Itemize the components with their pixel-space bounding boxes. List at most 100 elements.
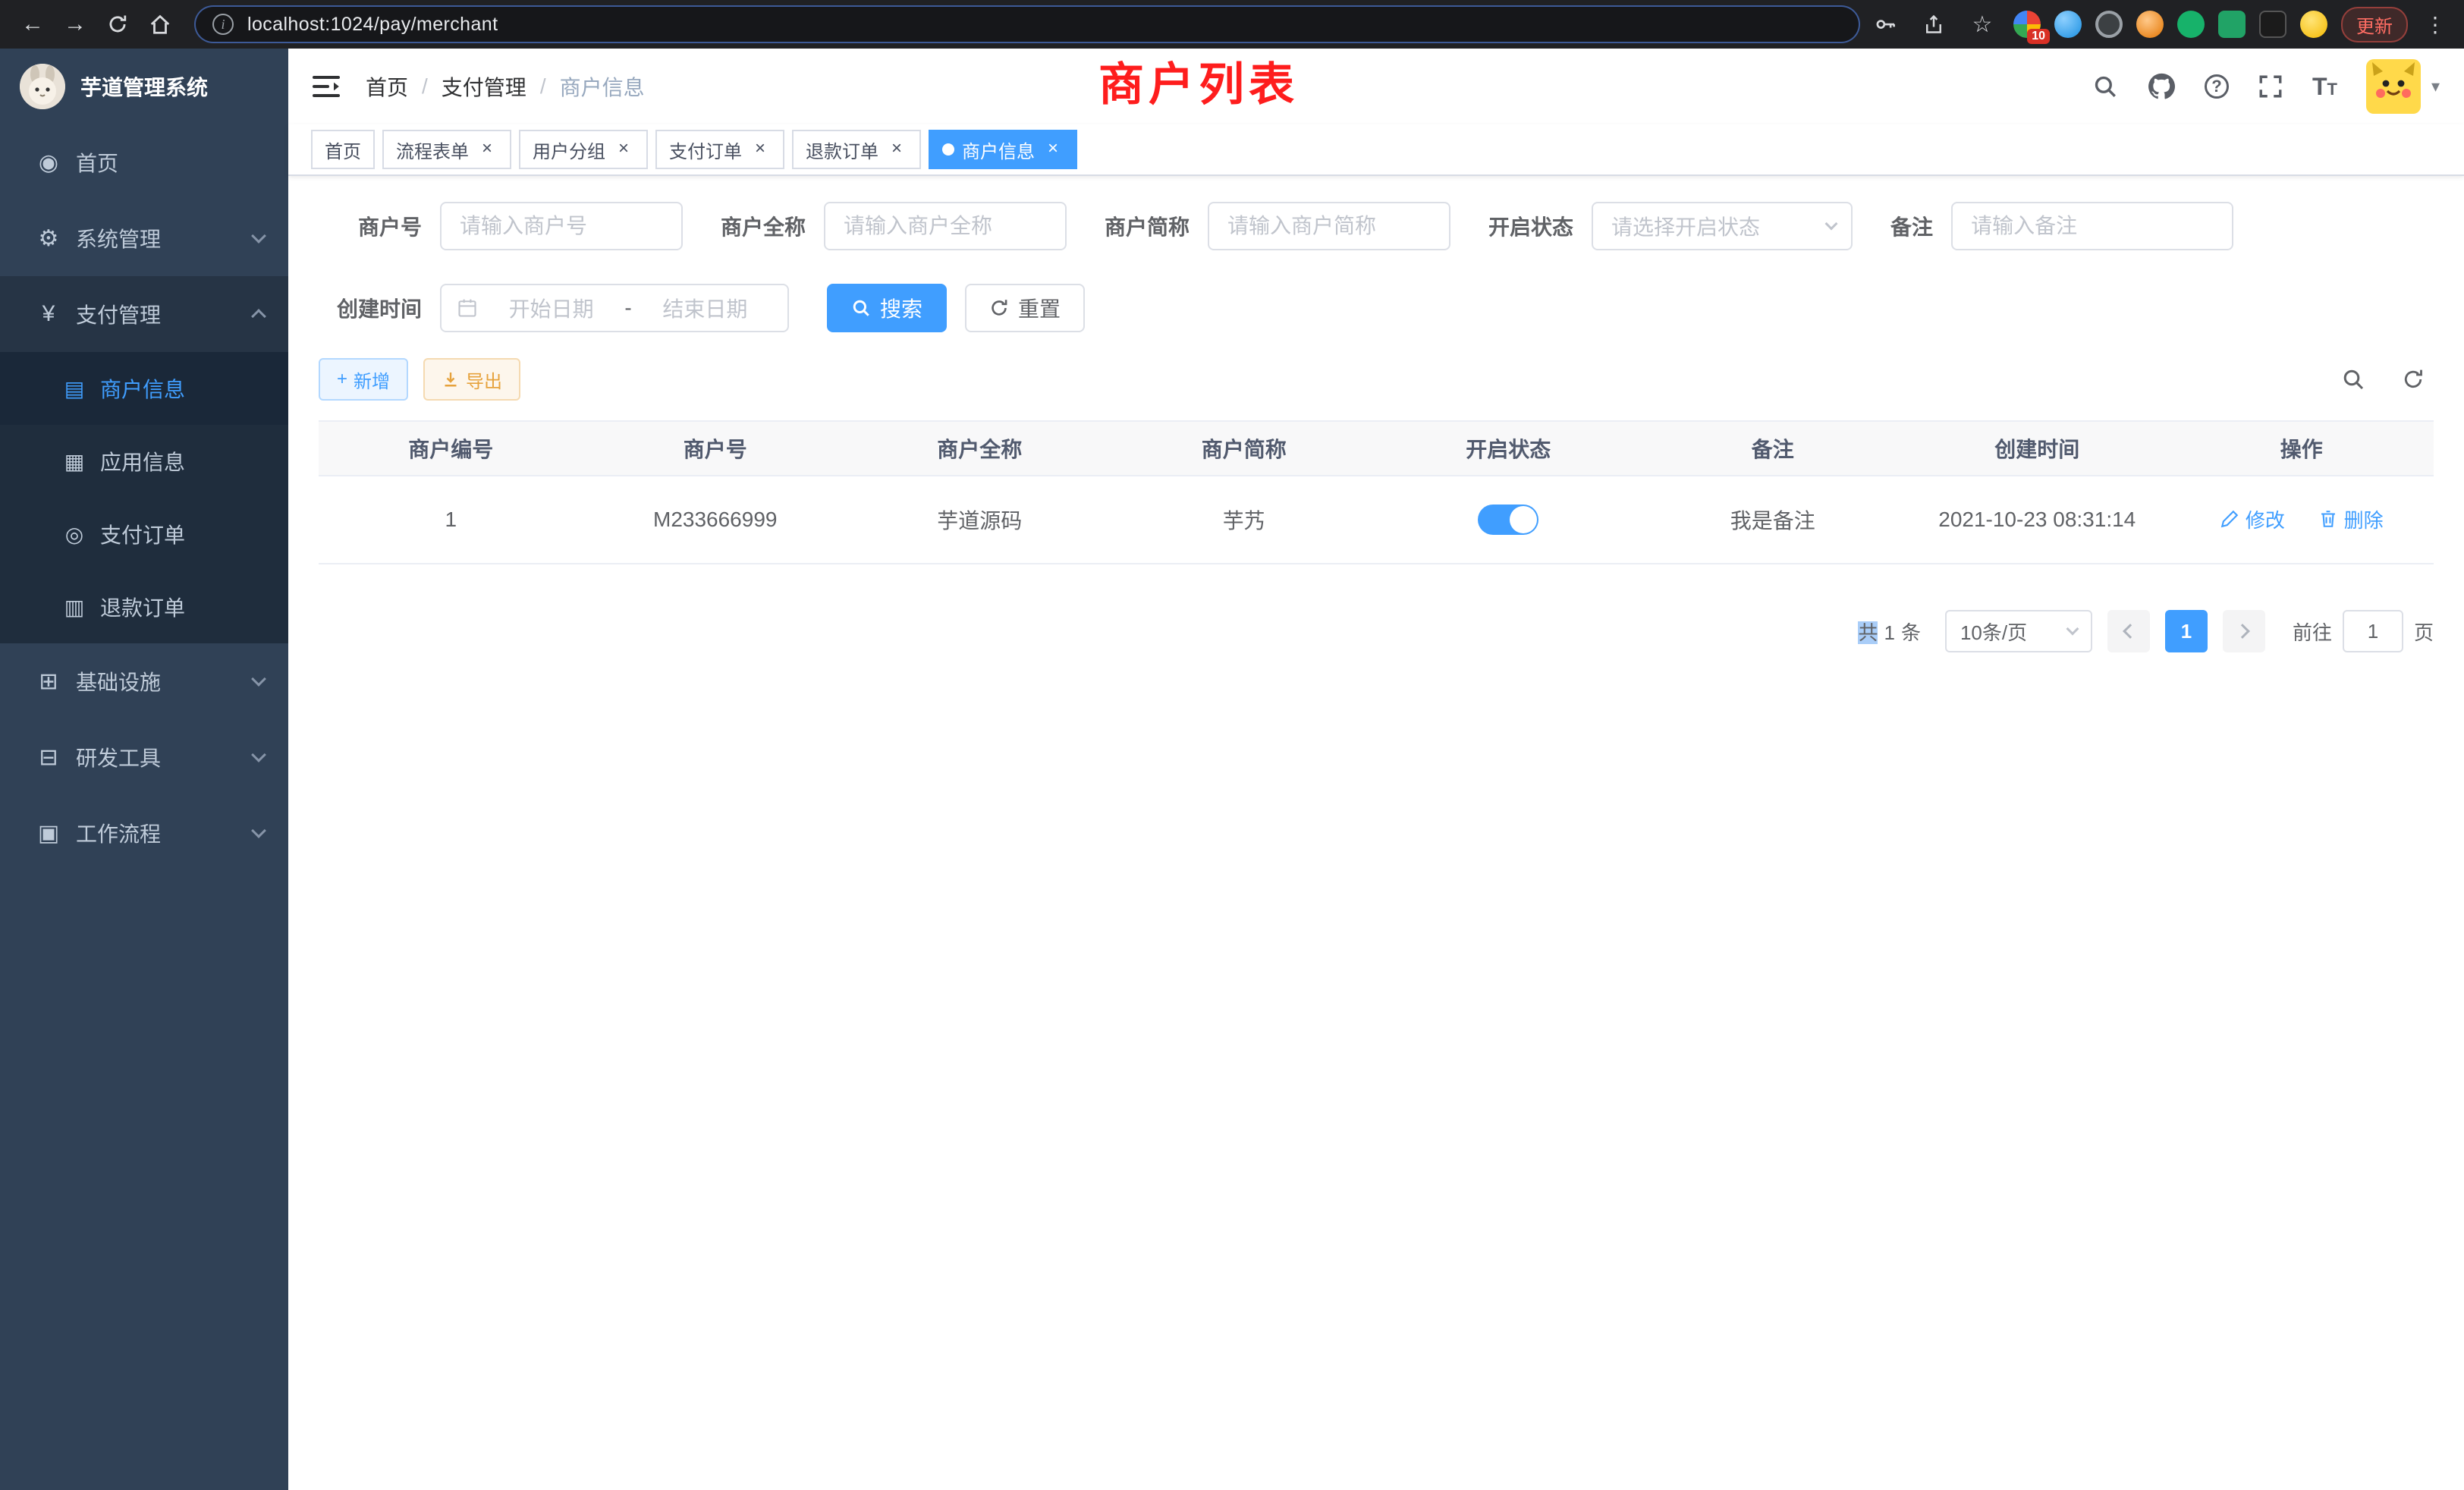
tab-process-form[interactable]: 流程表单 × bbox=[382, 130, 511, 169]
tab-home[interactable]: 首页 bbox=[311, 130, 375, 169]
goto-page-input[interactable] bbox=[2343, 610, 2403, 652]
extension-colorful-icon[interactable]: 10 bbox=[2013, 11, 2041, 38]
search-form-row-1: 商户号 商户全称 商户简称 开启状态 请选择开启状态 bbox=[319, 202, 2434, 250]
sidebar-item-payment[interactable]: ¥ 支付管理 bbox=[0, 276, 288, 352]
close-icon[interactable]: × bbox=[476, 139, 498, 160]
tab-merchant-info[interactable]: 商户信息 × bbox=[929, 130, 1077, 169]
goto-label: 前往 bbox=[2293, 618, 2332, 646]
breadcrumb-separator: / bbox=[540, 74, 546, 99]
grid-icon: ▦ bbox=[61, 449, 88, 474]
extension-green-circle-icon[interactable] bbox=[2177, 11, 2205, 38]
info-icon[interactable]: i bbox=[212, 14, 234, 35]
column-header-id: 商户编号 bbox=[319, 421, 583, 476]
app-logo[interactable]: 芋道管理系统 bbox=[0, 49, 288, 124]
home-icon[interactable] bbox=[143, 7, 178, 42]
create-time-range-picker[interactable]: 开始日期 - 结束日期 bbox=[440, 284, 789, 332]
sidebar-item-payment-order[interactable]: ◎ 支付订单 bbox=[0, 498, 288, 571]
close-icon[interactable]: × bbox=[1042, 139, 1064, 160]
extension-green-square-icon[interactable] bbox=[2218, 11, 2246, 38]
sidebar-item-app-info[interactable]: ▦ 应用信息 bbox=[0, 425, 288, 498]
status-toggle[interactable] bbox=[1478, 505, 1538, 535]
export-button[interactable]: 导出 bbox=[423, 358, 520, 401]
breadcrumb-separator: / bbox=[422, 74, 428, 99]
browser-refresh-icon[interactable] bbox=[100, 7, 135, 42]
url-text[interactable]: localhost:1024/pay/merchant bbox=[247, 14, 498, 36]
browser-actions: ☆ 10 更新 ⋮ bbox=[1868, 7, 2449, 42]
user-menu[interactable]: ▾ bbox=[2366, 59, 2440, 114]
merchant-no-input[interactable] bbox=[440, 202, 683, 250]
extension-gray-icon[interactable] bbox=[2095, 11, 2123, 38]
delete-button[interactable]: 删除 bbox=[2318, 505, 2384, 533]
sidebar-item-devtools[interactable]: ⊟ 研发工具 bbox=[0, 719, 288, 795]
key-icon[interactable] bbox=[1868, 7, 1903, 42]
tabs-bar: 首页 流程表单 × 用户分组 × 支付订单 × 退款订单 × 商户信息 × bbox=[288, 124, 2464, 176]
add-button[interactable]: + 新增 bbox=[319, 358, 408, 401]
breadcrumb-home[interactable]: 首页 bbox=[366, 71, 408, 102]
search-button[interactable]: 搜索 bbox=[827, 284, 947, 332]
edit-button[interactable]: 修改 bbox=[2220, 505, 2285, 533]
chevron-up-icon bbox=[253, 306, 264, 322]
page-size-select[interactable]: 10条/页 bbox=[1945, 610, 2092, 652]
status-field: 开启状态 请选择开启状态 bbox=[1488, 202, 1853, 250]
column-header-merchant-no: 商户号 bbox=[583, 421, 848, 476]
close-icon[interactable]: × bbox=[613, 139, 634, 160]
fullscreen-icon[interactable] bbox=[2258, 74, 2283, 99]
share-icon[interactable] bbox=[1916, 7, 1951, 42]
short-name-label: 商户简称 bbox=[1105, 211, 1190, 241]
extension-avatar-icon[interactable] bbox=[2136, 11, 2164, 38]
short-name-input[interactable] bbox=[1208, 202, 1450, 250]
tab-refund-order[interactable]: 退款订单 × bbox=[792, 130, 921, 169]
menu-label: 基础设施 bbox=[76, 666, 161, 696]
breadcrumb-payment[interactable]: 支付管理 bbox=[442, 71, 526, 102]
gear-icon: ⚙ bbox=[30, 225, 67, 252]
pagination-total: 共1条 bbox=[1855, 618, 1924, 646]
forward-icon[interactable]: → bbox=[58, 7, 93, 42]
close-icon[interactable]: × bbox=[750, 139, 771, 160]
cell-status bbox=[1376, 476, 1641, 564]
close-icon[interactable]: × bbox=[886, 139, 907, 160]
help-icon[interactable]: ? bbox=[2205, 74, 2229, 99]
sidebar-item-home[interactable]: ◉ 首页 bbox=[0, 124, 288, 200]
sidebar-group-payment: ¥ 支付管理 ▤ 商户信息 ▦ 应用信息 ◎ 支付订单 bbox=[0, 276, 288, 643]
menu-label: 系统管理 bbox=[76, 223, 161, 253]
address-bar[interactable]: i localhost:1024/pay/merchant bbox=[194, 5, 1860, 43]
sidebar: 芋道管理系统 ◉ 首页 ⚙ 系统管理 ¥ 支付管理 ▤ bbox=[0, 49, 288, 1490]
tab-user-group[interactable]: 用户分组 × bbox=[519, 130, 648, 169]
chevron-down-icon bbox=[253, 754, 264, 760]
extension-drop-icon[interactable] bbox=[2054, 11, 2082, 38]
extension-dark-icon[interactable] bbox=[2259, 11, 2286, 38]
browser-update-button[interactable]: 更新 bbox=[2341, 7, 2408, 42]
sidebar-item-system[interactable]: ⚙ 系统管理 bbox=[0, 200, 288, 276]
menu-label: 商户信息 bbox=[100, 373, 185, 404]
font-size-icon[interactable]: TT bbox=[2312, 73, 2337, 101]
column-header-remark: 备注 bbox=[1641, 421, 1906, 476]
search-toggle-icon[interactable] bbox=[2341, 367, 2365, 391]
current-page-button[interactable]: 1 bbox=[2165, 610, 2208, 652]
payment-submenu: ▤ 商户信息 ▦ 应用信息 ◎ 支付订单 ▥ 退款订单 bbox=[0, 352, 288, 643]
star-icon[interactable]: ☆ bbox=[1965, 7, 2000, 42]
back-icon[interactable]: ← bbox=[15, 7, 50, 42]
refresh-icon[interactable] bbox=[2402, 368, 2425, 391]
menu-fold-icon[interactable] bbox=[313, 74, 340, 99]
navbar-actions: ? TT ▾ bbox=[2092, 59, 2440, 114]
cell-id: 1 bbox=[319, 476, 583, 564]
search-icon[interactable] bbox=[2092, 74, 2118, 99]
tab-payment-order[interactable]: 支付订单 × bbox=[655, 130, 784, 169]
sidebar-item-workflow[interactable]: ▣ 工作流程 bbox=[0, 795, 288, 871]
next-page-button[interactable] bbox=[2223, 610, 2265, 652]
sidebar-item-infrastructure[interactable]: ⊞ 基础设施 bbox=[0, 643, 288, 719]
browser-menu-icon[interactable]: ⋮ bbox=[2422, 12, 2449, 37]
table-row: 1 M233666999 芋道源码 芋艿 我是备注 2021-10-23 08:… bbox=[319, 476, 2434, 564]
remark-input[interactable] bbox=[1951, 202, 2233, 250]
sidebar-item-refund-order[interactable]: ▥ 退款订单 bbox=[0, 571, 288, 643]
prev-page-button[interactable] bbox=[2107, 610, 2150, 652]
chevron-down-icon bbox=[1825, 218, 1838, 231]
status-select[interactable]: 请选择开启状态 bbox=[1592, 202, 1853, 250]
github-icon[interactable] bbox=[2147, 72, 2176, 101]
full-name-input[interactable] bbox=[824, 202, 1067, 250]
question-glyph: ? bbox=[2205, 74, 2229, 99]
reset-button[interactable]: 重置 bbox=[965, 284, 1085, 332]
extension-smiley-icon[interactable] bbox=[2300, 11, 2327, 38]
sidebar-item-merchant-info[interactable]: ▤ 商户信息 bbox=[0, 352, 288, 425]
chevron-left-icon bbox=[2123, 624, 2138, 639]
